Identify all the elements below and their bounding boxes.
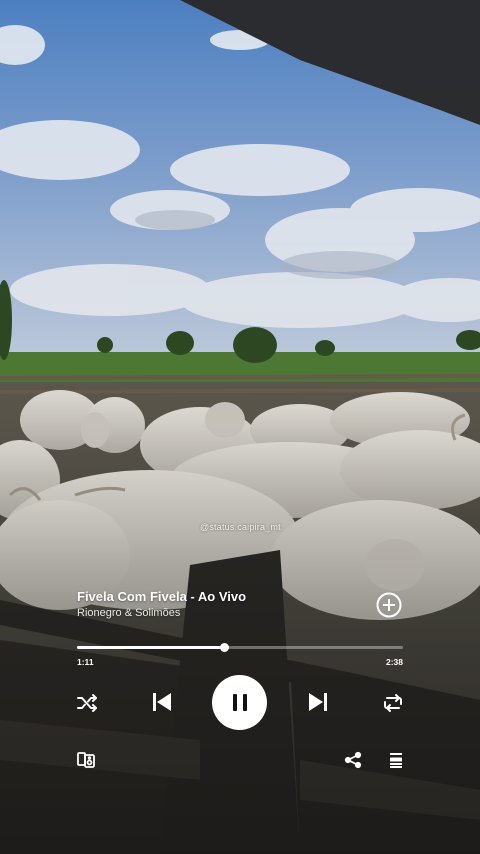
elapsed-time: 1:11 [77,657,94,667]
progress-bar[interactable] [77,643,403,652]
repeat-icon [384,694,402,712]
progress-fill [77,646,224,649]
connect-device-button[interactable] [75,749,97,771]
watermark-handle: @status.caipira_mt [200,522,281,532]
next-button[interactable] [304,688,332,716]
share-button[interactable] [342,749,364,771]
add-to-library-button[interactable] [376,592,402,618]
share-icon [344,751,362,769]
queue-button[interactable] [385,749,407,771]
pause-button[interactable] [212,675,267,730]
plus-circle-icon [376,592,402,618]
skip-next-icon [309,693,327,711]
progress-handle[interactable] [219,643,229,652]
shuffle-icon [77,694,97,712]
previous-button[interactable] [148,688,176,716]
track-title: Fivela Com Fivela - Ao Vivo [77,589,247,604]
pause-icon [230,694,250,711]
track-artist[interactable]: Rionegro & Solimões [77,607,180,619]
skip-previous-icon [153,693,171,711]
connect-device-icon [77,752,95,768]
repeat-button[interactable] [380,690,406,716]
total-time: 2:38 [385,657,403,667]
shuffle-button[interactable] [74,690,100,716]
queue-icon [390,753,402,768]
